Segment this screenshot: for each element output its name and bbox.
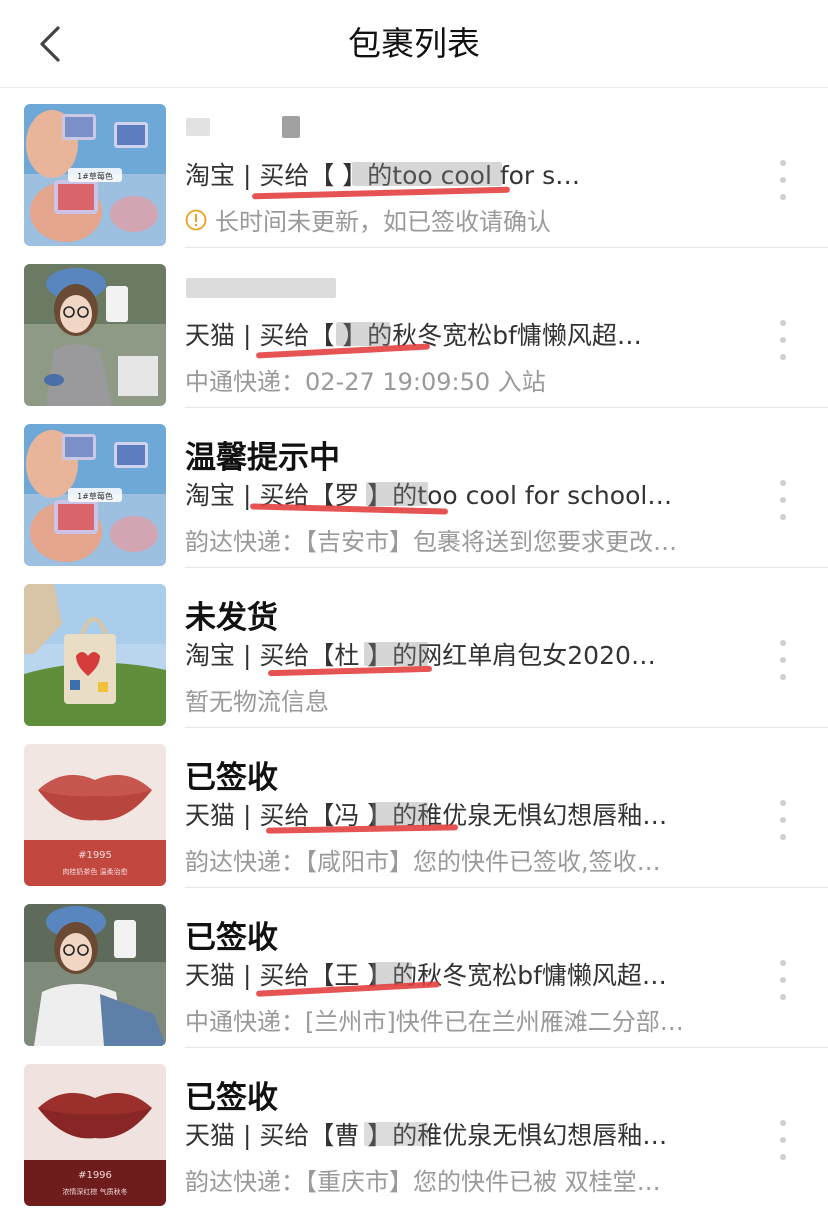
package-desc: 天猫 | 买给【冯 】的稚优泉无惧幻想唇釉… — [185, 801, 668, 830]
package-desc: 天猫 | 买给【 】的秋冬宽松bf慵懒风超… — [185, 321, 642, 350]
redacted-block — [364, 642, 428, 666]
redacted-block — [366, 482, 428, 506]
product-thumbnail: #1996 浓情深红棕 气质秋冬 — [24, 1064, 166, 1206]
package-item[interactable]: #1995 肉桂奶茶色 温柔治愈 已签收 天猫 | 买给【冯 】的稚优泉无惧幻想… — [0, 728, 828, 888]
product-thumbnail: 1#草莓色 — [24, 104, 166, 246]
package-item[interactable]: 未发货 淘宝 | 买给【杜 】的网红单肩包女2020… 暂无物流信息 — [0, 568, 828, 728]
product-thumbnail — [24, 264, 166, 406]
tracking-text: 中通快递：[兰州市]快件已在兰州雁滩二分部… — [185, 1008, 684, 1036]
package-status: 未发货 — [185, 600, 278, 636]
tracking-text: 韵达快递：【重庆市】您的快件已被 双桂堂… — [185, 1168, 661, 1196]
more-options-icon[interactable] — [770, 640, 796, 680]
thumb-caption: 肉桂奶茶色 温柔治愈 — [62, 867, 127, 876]
product-thumbnail: 1#草莓色 — [24, 424, 166, 566]
thumb-code: #1996 — [78, 1170, 112, 1181]
package-item[interactable]: 1#草莓色 温馨提示中 淘宝 | 买给【罗 】的too cool for sch… — [0, 408, 828, 568]
redacted-block — [364, 1122, 428, 1146]
tracking-text: 韵达快递：【吉安市】包裹将送到您要求更改… — [185, 528, 677, 556]
more-options-icon[interactable] — [770, 1120, 796, 1160]
tracking-text: 暂无物流信息 — [185, 688, 329, 716]
redacted-block — [186, 278, 336, 298]
package-tracking: 中通快递：[兰州市]快件已在兰州雁滩二分部… — [185, 1002, 745, 1037]
tracking-text: 中通快递：02-27 19:09:50 入站 — [185, 368, 546, 396]
thumb-code: #1995 — [78, 850, 112, 861]
package-status: 已签收 — [185, 1080, 278, 1116]
package-tracking: 长时间未更新，如已签收请确认 — [185, 202, 745, 237]
redacted-block — [336, 322, 390, 346]
package-tracking: 韵达快递：【吉安市】包裹将送到您要求更改… — [185, 522, 745, 557]
package-tracking: 暂无物流信息 — [185, 682, 745, 717]
package-status: 已签收 — [185, 920, 278, 956]
package-desc: 淘宝 | 买给【杜 】的网红单肩包女2020… — [185, 641, 656, 670]
package-tracking: 韵达快递：【咸阳市】您的快件已签收,签收… — [185, 842, 745, 877]
info-icon — [185, 209, 207, 230]
package-desc: 天猫 | 买给【曹 】的稚优泉无惧幻想唇釉… — [185, 1121, 668, 1150]
thumb-caption: 浓情深红棕 气质秋冬 — [62, 1187, 127, 1196]
tracking-text: 长时间未更新，如已签收请确认 — [215, 208, 551, 236]
more-options-icon[interactable] — [770, 800, 796, 840]
redacted-block — [352, 162, 502, 186]
package-item[interactable]: #1996 浓情深红棕 气质秋冬 已签收 天猫 | 买给【曹 】的稚优泉无惧幻想… — [0, 1048, 828, 1208]
more-options-icon[interactable] — [770, 160, 796, 200]
product-thumbnail — [24, 904, 166, 1046]
product-thumbnail: #1995 肉桂奶茶色 温柔治愈 — [24, 744, 166, 886]
more-options-icon[interactable] — [770, 960, 796, 1000]
package-list: 1#草莓色 淘宝 | 买给【 】的too cool for s… 长时间未更新，… — [0, 88, 828, 1208]
page-title: 包裹列表 — [348, 24, 480, 63]
package-item[interactable]: 已签收 天猫 | 买给【王 】的秋冬宽松bf慵懒风超… 中通快递：[兰州市]快件… — [0, 888, 828, 1048]
package-desc: 天猫 | 买给【王 】的秋冬宽松bf慵懒风超… — [185, 961, 667, 990]
package-status: 温馨提示中 — [185, 440, 340, 476]
package-tracking: 中通快递：02-27 19:09:50 入站 — [185, 362, 745, 397]
redacted-block — [186, 118, 210, 136]
redacted-block — [282, 116, 300, 138]
more-options-icon[interactable] — [770, 320, 796, 360]
product-thumbnail — [24, 584, 166, 726]
nav-bar: 包裹列表 — [0, 0, 828, 88]
more-options-icon[interactable] — [770, 480, 796, 520]
package-item[interactable]: 天猫 | 买给【 】的秋冬宽松bf慵懒风超… 中通快递：02-27 19:09:… — [0, 248, 828, 408]
package-item[interactable]: 1#草莓色 淘宝 | 买给【 】的too cool for s… 长时间未更新，… — [0, 88, 828, 248]
redacted-block — [372, 802, 428, 826]
tracking-text: 韵达快递：【咸阳市】您的快件已签收,签收… — [185, 848, 661, 876]
thumb-label: 1#草莓色 — [77, 171, 113, 181]
package-tracking: 韵达快递：【重庆市】您的快件已被 双桂堂… — [185, 1162, 745, 1197]
package-status: 已签收 — [185, 760, 278, 796]
thumb-label: 1#草莓色 — [77, 491, 113, 501]
